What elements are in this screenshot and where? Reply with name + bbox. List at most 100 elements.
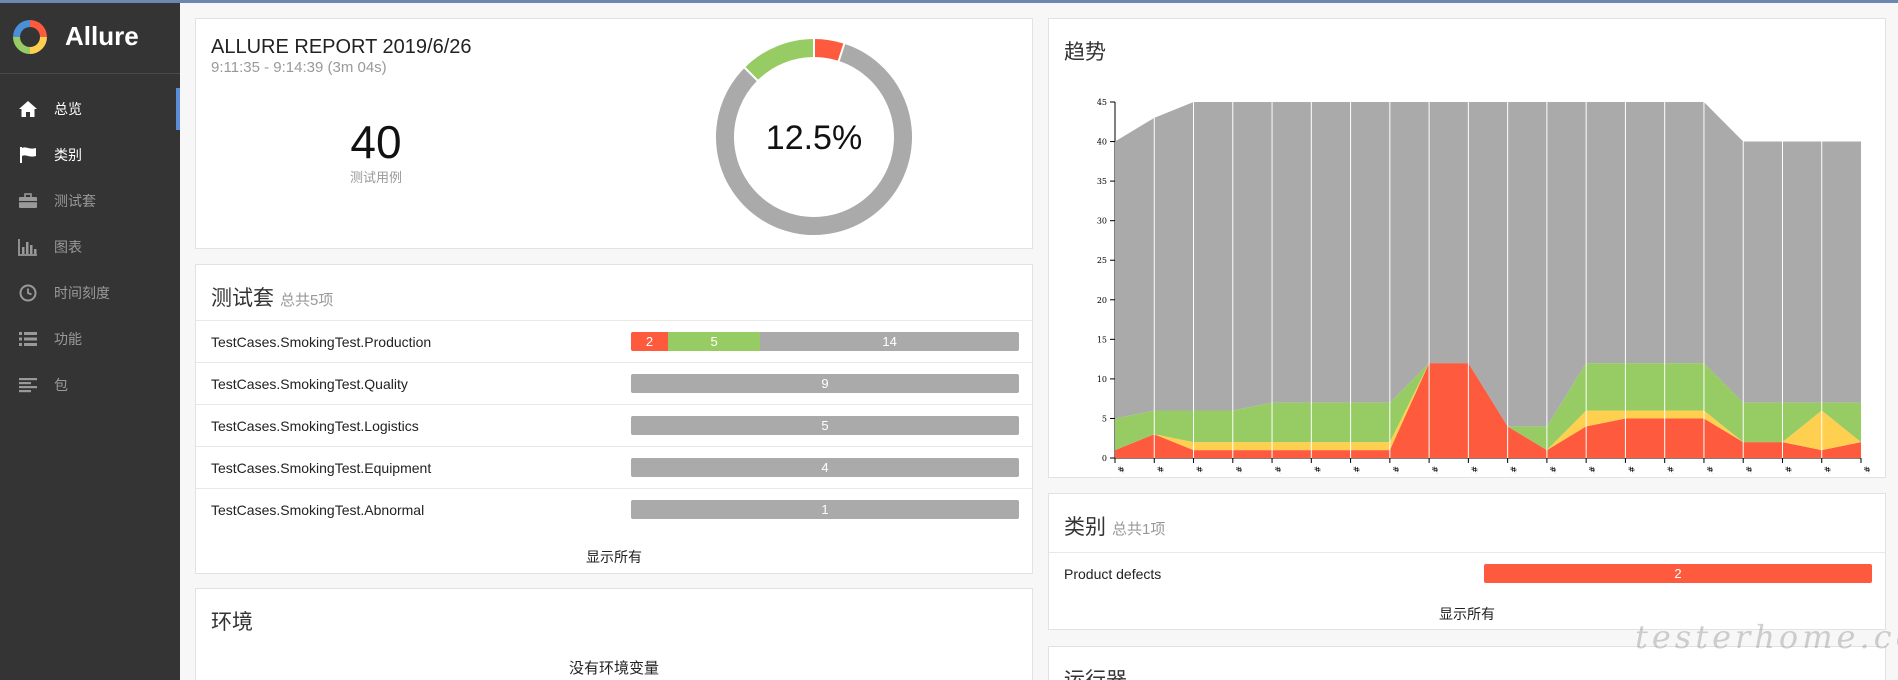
test-count-label: 测试用例 xyxy=(349,170,402,185)
align-left-icon xyxy=(16,375,40,395)
sidebar-item-suites[interactable]: 测试套 xyxy=(0,178,180,224)
suite-status-bar: 4 xyxy=(631,458,1019,477)
home-icon xyxy=(16,99,40,119)
x-tick-label: #162 xyxy=(1548,466,1557,474)
categories-widget: 类别 总共1项 Product defects 2 显示所有 xyxy=(1048,493,1886,630)
main-content: ALLURE REPORT 2019/6/26 9:11:35 - 9:14:3… xyxy=(180,3,1898,680)
y-tick-label: 35 xyxy=(1097,177,1107,186)
trend-title: 趋势 xyxy=(1064,41,1106,64)
suite-name: TestCases.SmokingTest.Equipment xyxy=(211,459,432,476)
x-tick-label: #171 xyxy=(1862,466,1871,474)
suite-bar-failed: 2 xyxy=(631,332,668,351)
suites-header: 测试套 总共5项 xyxy=(211,282,333,312)
clock-icon xyxy=(16,283,40,303)
suite-status-bar: 9 xyxy=(631,374,1019,393)
environment-empty-text: 没有环境变量 xyxy=(568,660,659,677)
environment-widget: 环境 没有环境变量 xyxy=(195,588,1033,680)
y-tick-label: 15 xyxy=(1097,335,1107,344)
environment-title: 环境 xyxy=(211,611,253,634)
donut-slice-failed xyxy=(813,39,845,62)
sidebar-item-packages[interactable]: 包 xyxy=(0,362,180,408)
executors-title: 运行器 xyxy=(1064,664,1127,680)
sidebar-item-label: 时间刻度 xyxy=(54,285,110,301)
suite-name: TestCases.SmokingTest.Quality xyxy=(211,375,408,392)
x-tick-label: #158 xyxy=(1391,466,1400,474)
y-tick-label: 20 xyxy=(1097,296,1107,305)
sidebar-item-graphs[interactable]: 图表 xyxy=(0,224,180,270)
x-tick-label: #150 xyxy=(1116,466,1125,474)
trend-widget: 趋势 0 5 10 15 20 25 30 35 40 45 #150 #151 #152 #153 #15… xyxy=(1048,18,1886,478)
app-name: Allure xyxy=(65,21,139,51)
suite-row[interactable]: TestCases.SmokingTest.Abnormal 1 xyxy=(196,488,1032,530)
briefcase-icon xyxy=(16,191,40,211)
suite-name: TestCases.SmokingTest.Production xyxy=(211,333,432,350)
suite-bar-unknown: 9 xyxy=(631,374,1019,393)
suite-name: TestCases.SmokingTest.Abnormal xyxy=(211,501,425,518)
suite-status-bar: 2 5 14 xyxy=(631,332,1019,351)
sidebar-item-label: 测试套 xyxy=(54,193,96,209)
sidebar-item-label: 总览 xyxy=(54,101,82,117)
sidebar-item-timeline[interactable]: 时间刻度 xyxy=(0,270,180,316)
success-percent: 12.5% xyxy=(765,119,863,157)
suites-count: 总共5项 xyxy=(280,292,334,309)
x-tick-label: #153 xyxy=(1234,466,1243,474)
suite-bar-unknown: 5 xyxy=(631,416,1019,435)
x-tick-label: #155 xyxy=(1273,466,1282,474)
watermark: testerhome.com xyxy=(1635,618,1898,656)
suite-name: TestCases.SmokingTest.Logistics xyxy=(211,417,419,434)
top-accent-line xyxy=(0,0,1898,3)
x-tick-label: #151 xyxy=(1155,466,1164,474)
report-title: ALLURE REPORT 2019/6/26 xyxy=(211,36,472,58)
list-icon xyxy=(16,329,40,349)
suite-row[interactable]: TestCases.SmokingTest.Equipment 4 xyxy=(196,446,1032,488)
trend-area-unknown xyxy=(1115,102,1861,427)
sidebar-item-categories[interactable]: 类别 xyxy=(0,132,180,178)
y-tick-label: 5 xyxy=(1102,414,1107,423)
x-tick-label: #161 xyxy=(1509,466,1518,474)
x-tick-label: #168 xyxy=(1744,466,1753,474)
test-count: 40 xyxy=(350,116,402,168)
report-time: 9:11:35 - 9:14:39 (3m 04s) xyxy=(211,59,387,76)
category-bar: 2 xyxy=(1484,564,1872,583)
suite-status-bar: 1 xyxy=(631,500,1019,519)
categories-header: 类别 总共1项 xyxy=(1064,511,1165,541)
x-tick-label: #165 xyxy=(1666,466,1675,474)
sidebar-item-behaviors[interactable]: 功能 xyxy=(0,316,180,362)
suites-show-all-link[interactable]: 显示所有 xyxy=(196,547,1032,567)
sidebar-item-overview[interactable]: 总览 xyxy=(0,86,180,132)
donut-slice-passed xyxy=(744,39,815,81)
flag-icon xyxy=(16,145,40,165)
suite-row[interactable]: TestCases.SmokingTest.Production 2 5 14 xyxy=(196,320,1032,362)
sidebar: Allure 总览 类别 测试套 图表 时间刻度 功能 包 xyxy=(0,0,180,680)
suites-title: 测试套 xyxy=(211,287,274,310)
y-tick-label: 0 xyxy=(1102,454,1107,463)
y-tick-label: 25 xyxy=(1097,256,1107,265)
y-tick-label: 40 xyxy=(1097,138,1107,147)
suite-bar-passed: 5 xyxy=(667,332,761,351)
sidebar-nav: 总览 类别 测试套 图表 时间刻度 功能 包 xyxy=(0,86,180,408)
suite-status-bar: 5 xyxy=(631,416,1019,435)
suite-row[interactable]: TestCases.SmokingTest.Quality 9 xyxy=(196,362,1032,404)
suite-bar-unknown: 14 xyxy=(760,332,1019,351)
suite-bar-unknown: 1 xyxy=(631,500,1019,519)
categories-count: 总共1项 xyxy=(1112,521,1166,538)
brand[interactable]: Allure xyxy=(0,0,180,74)
sidebar-item-label: 类别 xyxy=(54,147,82,163)
x-tick-label: #152 xyxy=(1195,466,1204,474)
y-tick-label: 45 xyxy=(1097,98,1107,107)
suite-row[interactable]: TestCases.SmokingTest.Logistics 5 xyxy=(196,404,1032,446)
suite-bar-unknown: 4 xyxy=(631,458,1019,477)
summary-widget: ALLURE REPORT 2019/6/26 9:11:35 - 9:14:3… xyxy=(195,18,1033,249)
sidebar-item-label: 包 xyxy=(54,377,68,393)
x-tick-label: #164 xyxy=(1626,466,1635,474)
sidebar-item-label: 图表 xyxy=(54,239,82,255)
category-name: Product defects xyxy=(1064,565,1162,582)
category-bar-failed: 2 xyxy=(1484,564,1872,583)
x-tick-label: #157 xyxy=(1352,466,1361,474)
y-tick-label: 10 xyxy=(1097,375,1107,384)
suites-widget: 测试套 总共5项 TestCases.SmokingTest.Production… xyxy=(195,264,1033,574)
allure-logo-icon xyxy=(13,19,47,54)
y-tick-label: 30 xyxy=(1097,217,1107,226)
bar-chart-icon xyxy=(16,237,40,257)
category-row[interactable]: Product defects 2 xyxy=(1049,552,1885,594)
